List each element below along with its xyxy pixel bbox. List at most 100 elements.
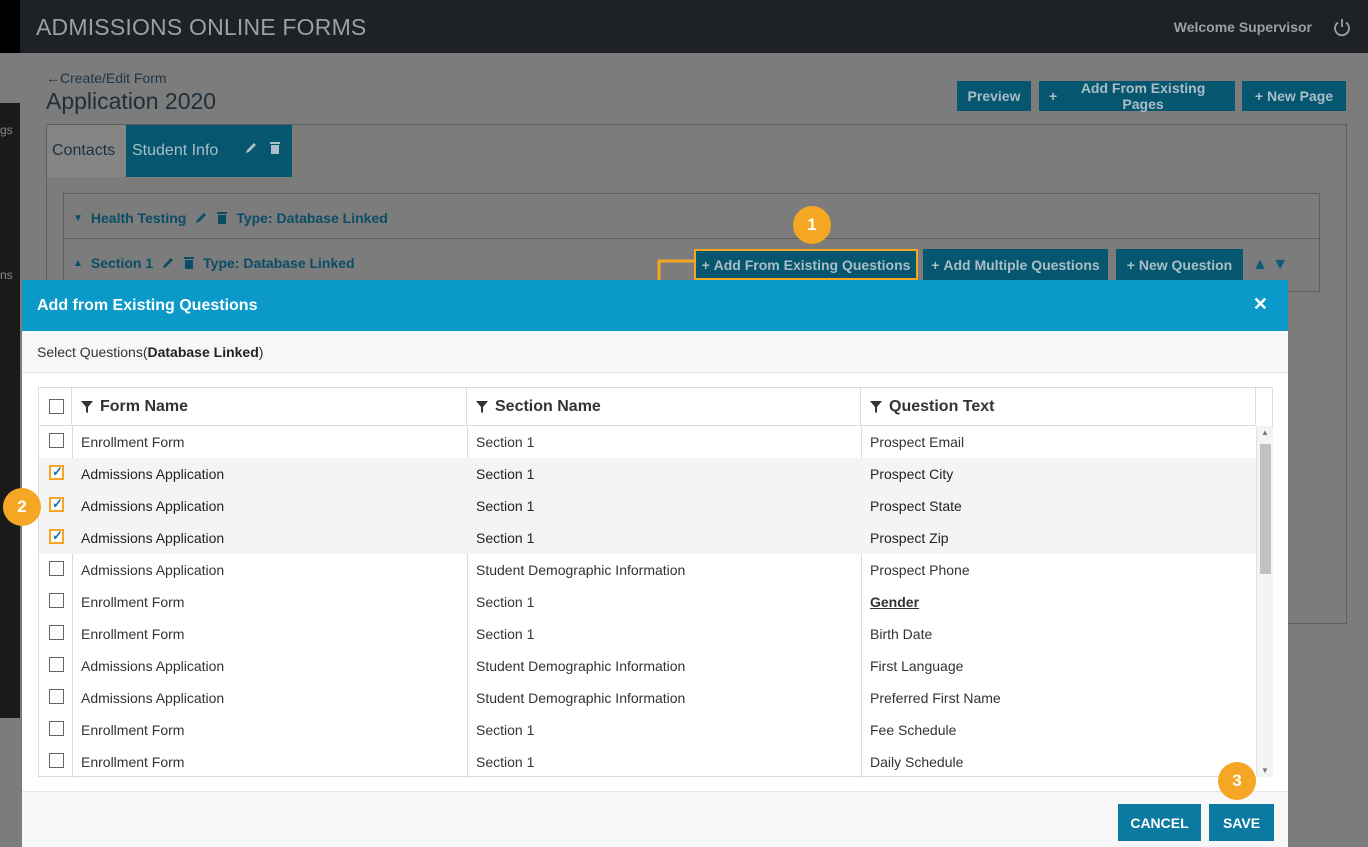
section-name-cell: Section 1 — [476, 594, 535, 610]
filter-icon[interactable] — [870, 401, 882, 413]
new-question-button[interactable]: + New Question — [1116, 249, 1243, 280]
app-title: ADMISSIONS ONLINE FORMS — [36, 14, 367, 40]
table-row[interactable]: Enrollment Form Section 1 Gender — [39, 586, 1256, 618]
back-arrow-icon: ← — [46, 70, 60, 86]
section-name-cell: Section 1 — [476, 754, 535, 770]
scroll-up-icon[interactable]: ▲ — [1261, 428, 1269, 437]
power-icon[interactable] — [1332, 17, 1352, 37]
table-row[interactable]: Admissions Application Student Demograph… — [39, 554, 1256, 586]
subtitle-bold: Database Linked — [147, 343, 259, 360]
col-section-name[interactable]: Section Name — [467, 388, 861, 426]
add-existing-questions-button[interactable]: + Add From Existing Questions — [694, 249, 918, 280]
row-checkbox[interactable] — [49, 561, 64, 576]
form-name-cell: Enrollment Form — [81, 434, 185, 450]
plus-icon: + — [1049, 88, 1062, 104]
question-text-cell: Birth Date — [870, 626, 933, 642]
grid-scrollbar[interactable]: ▲ ▼ — [1256, 426, 1273, 777]
trash-icon[interactable] — [269, 141, 283, 155]
section-name-cell: Section 1 — [476, 626, 535, 642]
add-existing-questions-label: Add From Existing Questions — [713, 256, 911, 273]
select-all-checkbox[interactable] — [49, 399, 64, 414]
edit-icon[interactable] — [244, 141, 258, 155]
col-form-name[interactable]: Form Name — [72, 388, 467, 426]
column-header-label: Question Text — [889, 398, 995, 415]
grid-header: Form Name Section Name Question Text — [39, 388, 1256, 426]
question-text-cell: Preferred First Name — [870, 690, 1001, 706]
section-name-cell: Student Demographic Information — [476, 690, 686, 706]
preview-button[interactable]: Preview — [957, 81, 1031, 111]
section-row-health-testing[interactable]: ▼ Health Testing Type: Database Linked — [73, 210, 388, 226]
question-text-cell: First Language — [870, 658, 964, 674]
new-page-label: New Page — [1266, 88, 1334, 104]
question-text-cell: Gender — [870, 594, 920, 610]
row-checkbox[interactable] — [49, 433, 64, 448]
form-name-cell: Admissions Application — [81, 690, 225, 706]
table-row[interactable]: Admissions Application Section 1 Prospec… — [39, 458, 1256, 490]
callout-3: 3 — [1218, 762, 1256, 800]
subtitle-suffix: ) — [258, 343, 264, 360]
form-name-cell: Enrollment Form — [81, 722, 185, 738]
plus-icon: + — [1254, 88, 1267, 104]
save-button[interactable]: SAVE — [1209, 804, 1274, 841]
row-checkbox[interactable] — [49, 721, 64, 736]
tab-contacts[interactable]: Contacts — [47, 125, 126, 177]
filter-icon[interactable] — [81, 401, 93, 413]
tab-student-info[interactable]: Student Info — [126, 125, 292, 177]
new-page-button[interactable]: + New Page — [1242, 81, 1346, 111]
row-checkbox[interactable] — [49, 496, 64, 512]
close-icon[interactable]: ✕ — [1253, 294, 1268, 315]
table-row[interactable]: Admissions Application Section 1 Prospec… — [39, 490, 1256, 522]
table-row[interactable]: Enrollment Form Section 1 Fee Schedule — [39, 714, 1256, 746]
table-row[interactable]: Admissions Application Student Demograph… — [39, 682, 1256, 714]
row-checkbox[interactable] — [49, 689, 64, 704]
section-name-cell: Section 1 — [476, 466, 535, 482]
section-row-section-1[interactable]: ▲ Section 1 Type: Database Linked — [73, 255, 355, 271]
move-down-icon[interactable]: ▼ — [1272, 256, 1288, 273]
modal-subtitle: Select Questions(Database Linked) — [22, 331, 1288, 373]
scroll-down-icon[interactable]: ▼ — [1261, 766, 1269, 775]
question-text-cell: Daily Schedule — [870, 754, 964, 770]
subtitle-prefix: Select Questions( — [37, 343, 148, 360]
table-row[interactable]: Admissions Application Student Demograph… — [39, 650, 1256, 682]
tab-student-info-label: Student Info — [132, 142, 219, 159]
row-checkbox[interactable] — [49, 464, 64, 480]
move-up-icon[interactable]: ▲ — [1252, 256, 1268, 273]
breadcrumb[interactable]: ←Create/Edit Form — [46, 70, 167, 86]
row-checkbox[interactable] — [49, 657, 64, 672]
section-name-cell: Section 1 — [476, 498, 535, 514]
add-existing-pages-button[interactable]: + Add From Existing Pages — [1039, 80, 1235, 112]
section-name-cell: Section 1 — [476, 530, 535, 546]
row-checkbox[interactable] — [49, 593, 64, 608]
row-checkbox[interactable] — [49, 625, 64, 640]
sidebar-item-label[interactable]: gs — [0, 123, 13, 137]
trash-icon[interactable] — [183, 256, 195, 270]
sidebar-fragment: gs ns — [0, 103, 20, 718]
trash-icon[interactable] — [216, 211, 228, 225]
modal-title: Add from Existing Questions — [37, 296, 258, 314]
edit-icon[interactable] — [194, 211, 208, 225]
row-checkbox[interactable] — [49, 753, 64, 768]
form-name-cell: Enrollment Form — [81, 626, 185, 642]
table-row[interactable]: Enrollment Form Section 1 Daily Schedule — [39, 746, 1256, 778]
table-row[interactable]: Admissions Application Section 1 Prospec… — [39, 522, 1256, 554]
plus-icon: + — [701, 256, 714, 273]
table-row[interactable]: Enrollment Form Section 1 Birth Date — [39, 618, 1256, 650]
sidebar-item-label[interactable]: ns — [0, 268, 13, 282]
row-checkbox[interactable] — [49, 528, 64, 544]
scroll-thumb[interactable] — [1260, 444, 1271, 574]
plus-icon: + — [931, 256, 944, 273]
add-multiple-questions-button[interactable]: + Add Multiple Questions — [923, 249, 1108, 280]
plus-icon: + — [1126, 256, 1139, 273]
col-question-text[interactable]: Question Text — [861, 388, 1256, 426]
welcome-text: Welcome Supervisor — [1173, 19, 1312, 35]
top-bar: ADMISSIONS ONLINE FORMS Welcome Supervis… — [0, 0, 1368, 53]
move-arrows[interactable]: ▲ ▼ — [1252, 256, 1288, 274]
caret-up-icon[interactable]: ▲ — [73, 258, 83, 269]
edit-icon[interactable] — [161, 256, 175, 270]
form-name-cell: Admissions Application — [81, 530, 225, 546]
caret-down-icon[interactable]: ▼ — [73, 213, 83, 224]
section-name-cell: Section 1 — [476, 722, 535, 738]
cancel-button[interactable]: CANCEL — [1118, 804, 1201, 841]
filter-icon[interactable] — [476, 401, 488, 413]
table-row[interactable]: Enrollment Form Section 1 Prospect Email — [39, 426, 1256, 458]
